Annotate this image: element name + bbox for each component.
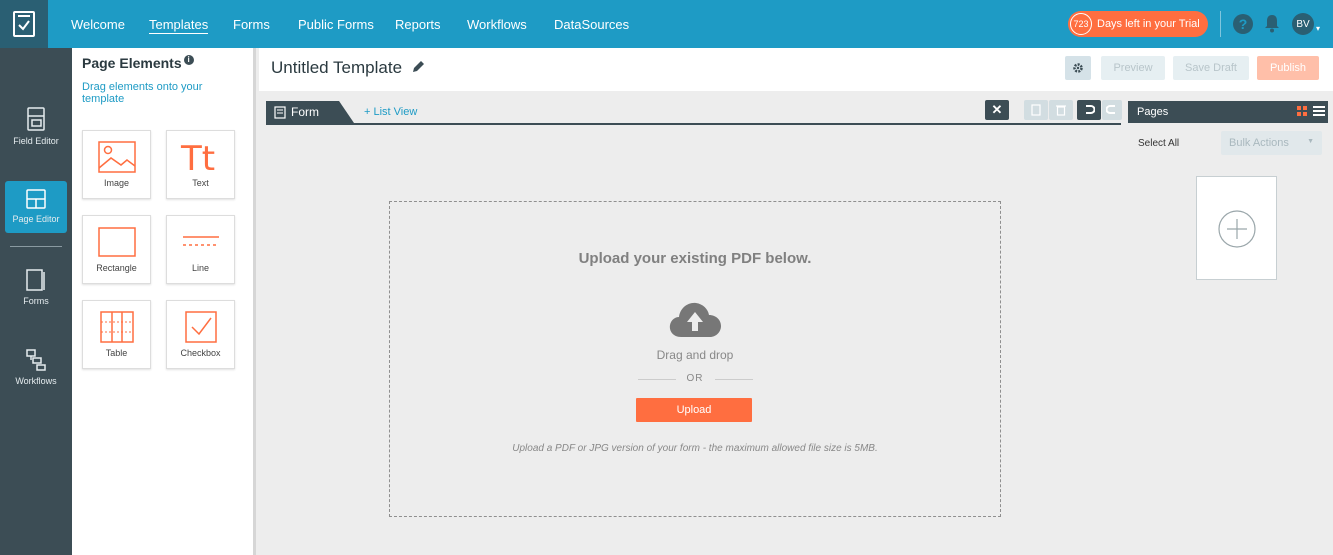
checkbox-icon — [184, 311, 217, 343]
bell-icon[interactable] — [1263, 13, 1281, 33]
pages-title: Pages — [1137, 106, 1169, 118]
page-elements-panel: Page Elements i Drag elements onto your t… — [72, 48, 256, 555]
element-rectangle[interactable]: Rectangle — [82, 215, 151, 284]
publish-button[interactable]: Publish — [1257, 56, 1319, 80]
bulk-actions-dropdown[interactable]: Bulk Actions ▼ — [1221, 131, 1322, 155]
nav-divider — [1220, 11, 1221, 37]
rectangle-icon — [97, 227, 136, 257]
element-label-text: Text — [192, 178, 209, 188]
add-page-icon — [1218, 210, 1256, 248]
trash-icon — [1056, 105, 1066, 116]
drag-and-drop-text: Drag and drop — [656, 348, 734, 362]
tabs-underline — [266, 123, 1121, 125]
undo-icon — [1086, 105, 1095, 114]
text-icon: Tt — [180, 140, 215, 176]
page-title[interactable]: Untitled Template — [271, 58, 425, 78]
settings-button[interactable] — [1065, 56, 1091, 80]
rail-label-page-editor: Page Editor — [12, 214, 60, 224]
rail-label-forms: Forms — [23, 296, 49, 306]
rail-item-field-editor[interactable]: Field Editor — [0, 106, 72, 146]
forms-icon — [26, 269, 45, 291]
pdf-upload-dropzone[interactable]: Upload your existing PDF below. Drag and… — [389, 201, 1001, 517]
info-icon[interactable]: i — [183, 55, 194, 65]
copy-button[interactable] — [1024, 100, 1048, 120]
nav-datasources[interactable]: DataSources — [554, 17, 629, 32]
template-title-text: Untitled Template — [271, 58, 403, 77]
chevron-down-icon: ▼ — [1307, 138, 1314, 145]
nav-welcome[interactable]: Welcome — [71, 17, 125, 32]
element-label-checkbox: Checkbox — [180, 348, 221, 358]
element-checkbox[interactable]: Checkbox — [166, 300, 235, 369]
redo-button[interactable] — [1102, 100, 1122, 120]
nav-workflows[interactable]: Workflows — [467, 17, 527, 32]
nav-forms[interactable]: Forms — [233, 17, 270, 32]
delete-button[interactable] — [1049, 100, 1073, 120]
template-header: Untitled Template Preview Save Draft Pub… — [259, 48, 1333, 91]
rail-label-field-editor: Field Editor — [13, 136, 59, 146]
svg-text:Tt: Tt — [180, 140, 215, 176]
copy-icon — [1031, 104, 1041, 116]
or-text: OR — [686, 373, 704, 384]
rail-label-workflows: Workflows — [15, 376, 57, 386]
left-rail: Field Editor Page Editor Forms Workflows — [0, 48, 72, 555]
element-image[interactable]: Image — [82, 130, 151, 199]
add-page-card[interactable] — [1196, 176, 1277, 280]
tab-form[interactable]: Form — [266, 101, 354, 123]
table-icon — [99, 311, 134, 343]
bulk-actions-label: Bulk Actions — [1229, 137, 1289, 149]
preview-button[interactable]: Preview — [1101, 56, 1165, 80]
redo-icon — [1106, 105, 1115, 114]
tab-form-label: Form — [291, 105, 319, 119]
panel-title-text: Page Elements — [82, 55, 182, 71]
upload-note: Upload a PDF or JPG version of your form… — [512, 443, 878, 454]
line-icon — [182, 236, 219, 246]
top-nav: Welcome Templates Forms Public Forms Rep… — [0, 0, 1333, 48]
page-editor-icon — [26, 189, 46, 209]
list-view-icon[interactable] — [1313, 105, 1325, 117]
element-line[interactable]: Line — [166, 215, 235, 284]
tab-add-list-view[interactable]: + List View — [364, 106, 417, 118]
field-editor-icon — [27, 107, 45, 131]
rail-item-workflows[interactable]: Workflows — [0, 348, 72, 386]
rail-item-forms[interactable]: Forms — [0, 268, 72, 306]
element-text[interactable]: Tt Text — [166, 130, 235, 199]
workflows-icon — [26, 349, 46, 371]
nav-public-forms[interactable]: Public Forms — [298, 17, 374, 32]
pencil-icon[interactable] — [411, 60, 425, 74]
rail-divider — [10, 246, 62, 247]
element-label-line: Line — [191, 263, 209, 273]
trial-badge[interactable]: 723 Days left in your Trial — [1068, 11, 1208, 37]
nav-reports[interactable]: Reports — [395, 17, 441, 32]
trial-days-text: Days left in your Trial — [1097, 18, 1200, 30]
chevron-down-icon[interactable]: ▾ — [1316, 24, 1320, 33]
element-label-rectangle: Rectangle — [96, 263, 137, 273]
image-icon — [97, 141, 136, 173]
upload-title: Upload your existing PDF below. — [578, 250, 812, 267]
cloud-upload-icon — [669, 302, 721, 337]
undo-button[interactable] — [1077, 100, 1101, 120]
element-table[interactable]: Table — [82, 300, 151, 369]
tools-button[interactable]: ✕ — [985, 100, 1009, 120]
gear-icon — [1073, 63, 1083, 73]
avatar[interactable]: BV — [1292, 13, 1314, 35]
select-all-link[interactable]: Select All — [1138, 138, 1179, 149]
upload-button[interactable]: Upload — [636, 398, 752, 422]
trial-days-count: 723 — [1070, 13, 1092, 35]
app-logo-icon[interactable] — [0, 0, 48, 48]
nav-templates[interactable]: Templates — [149, 17, 209, 34]
form-icon — [274, 105, 286, 119]
wrench-icon: ✕ — [991, 102, 1003, 117]
element-label-image: Image — [103, 178, 129, 188]
element-label-table: Table — [105, 348, 128, 358]
panel-subtitle: Drag elements onto your template — [82, 81, 203, 105]
panel-title: Page Elements i — [82, 55, 194, 71]
save-draft-button[interactable]: Save Draft — [1173, 56, 1249, 80]
rail-item-page-editor[interactable]: Page Editor — [5, 181, 67, 233]
help-icon[interactable]: ? — [1233, 14, 1253, 34]
grid-view-icon[interactable] — [1297, 106, 1307, 116]
or-divider-right — [715, 379, 753, 380]
